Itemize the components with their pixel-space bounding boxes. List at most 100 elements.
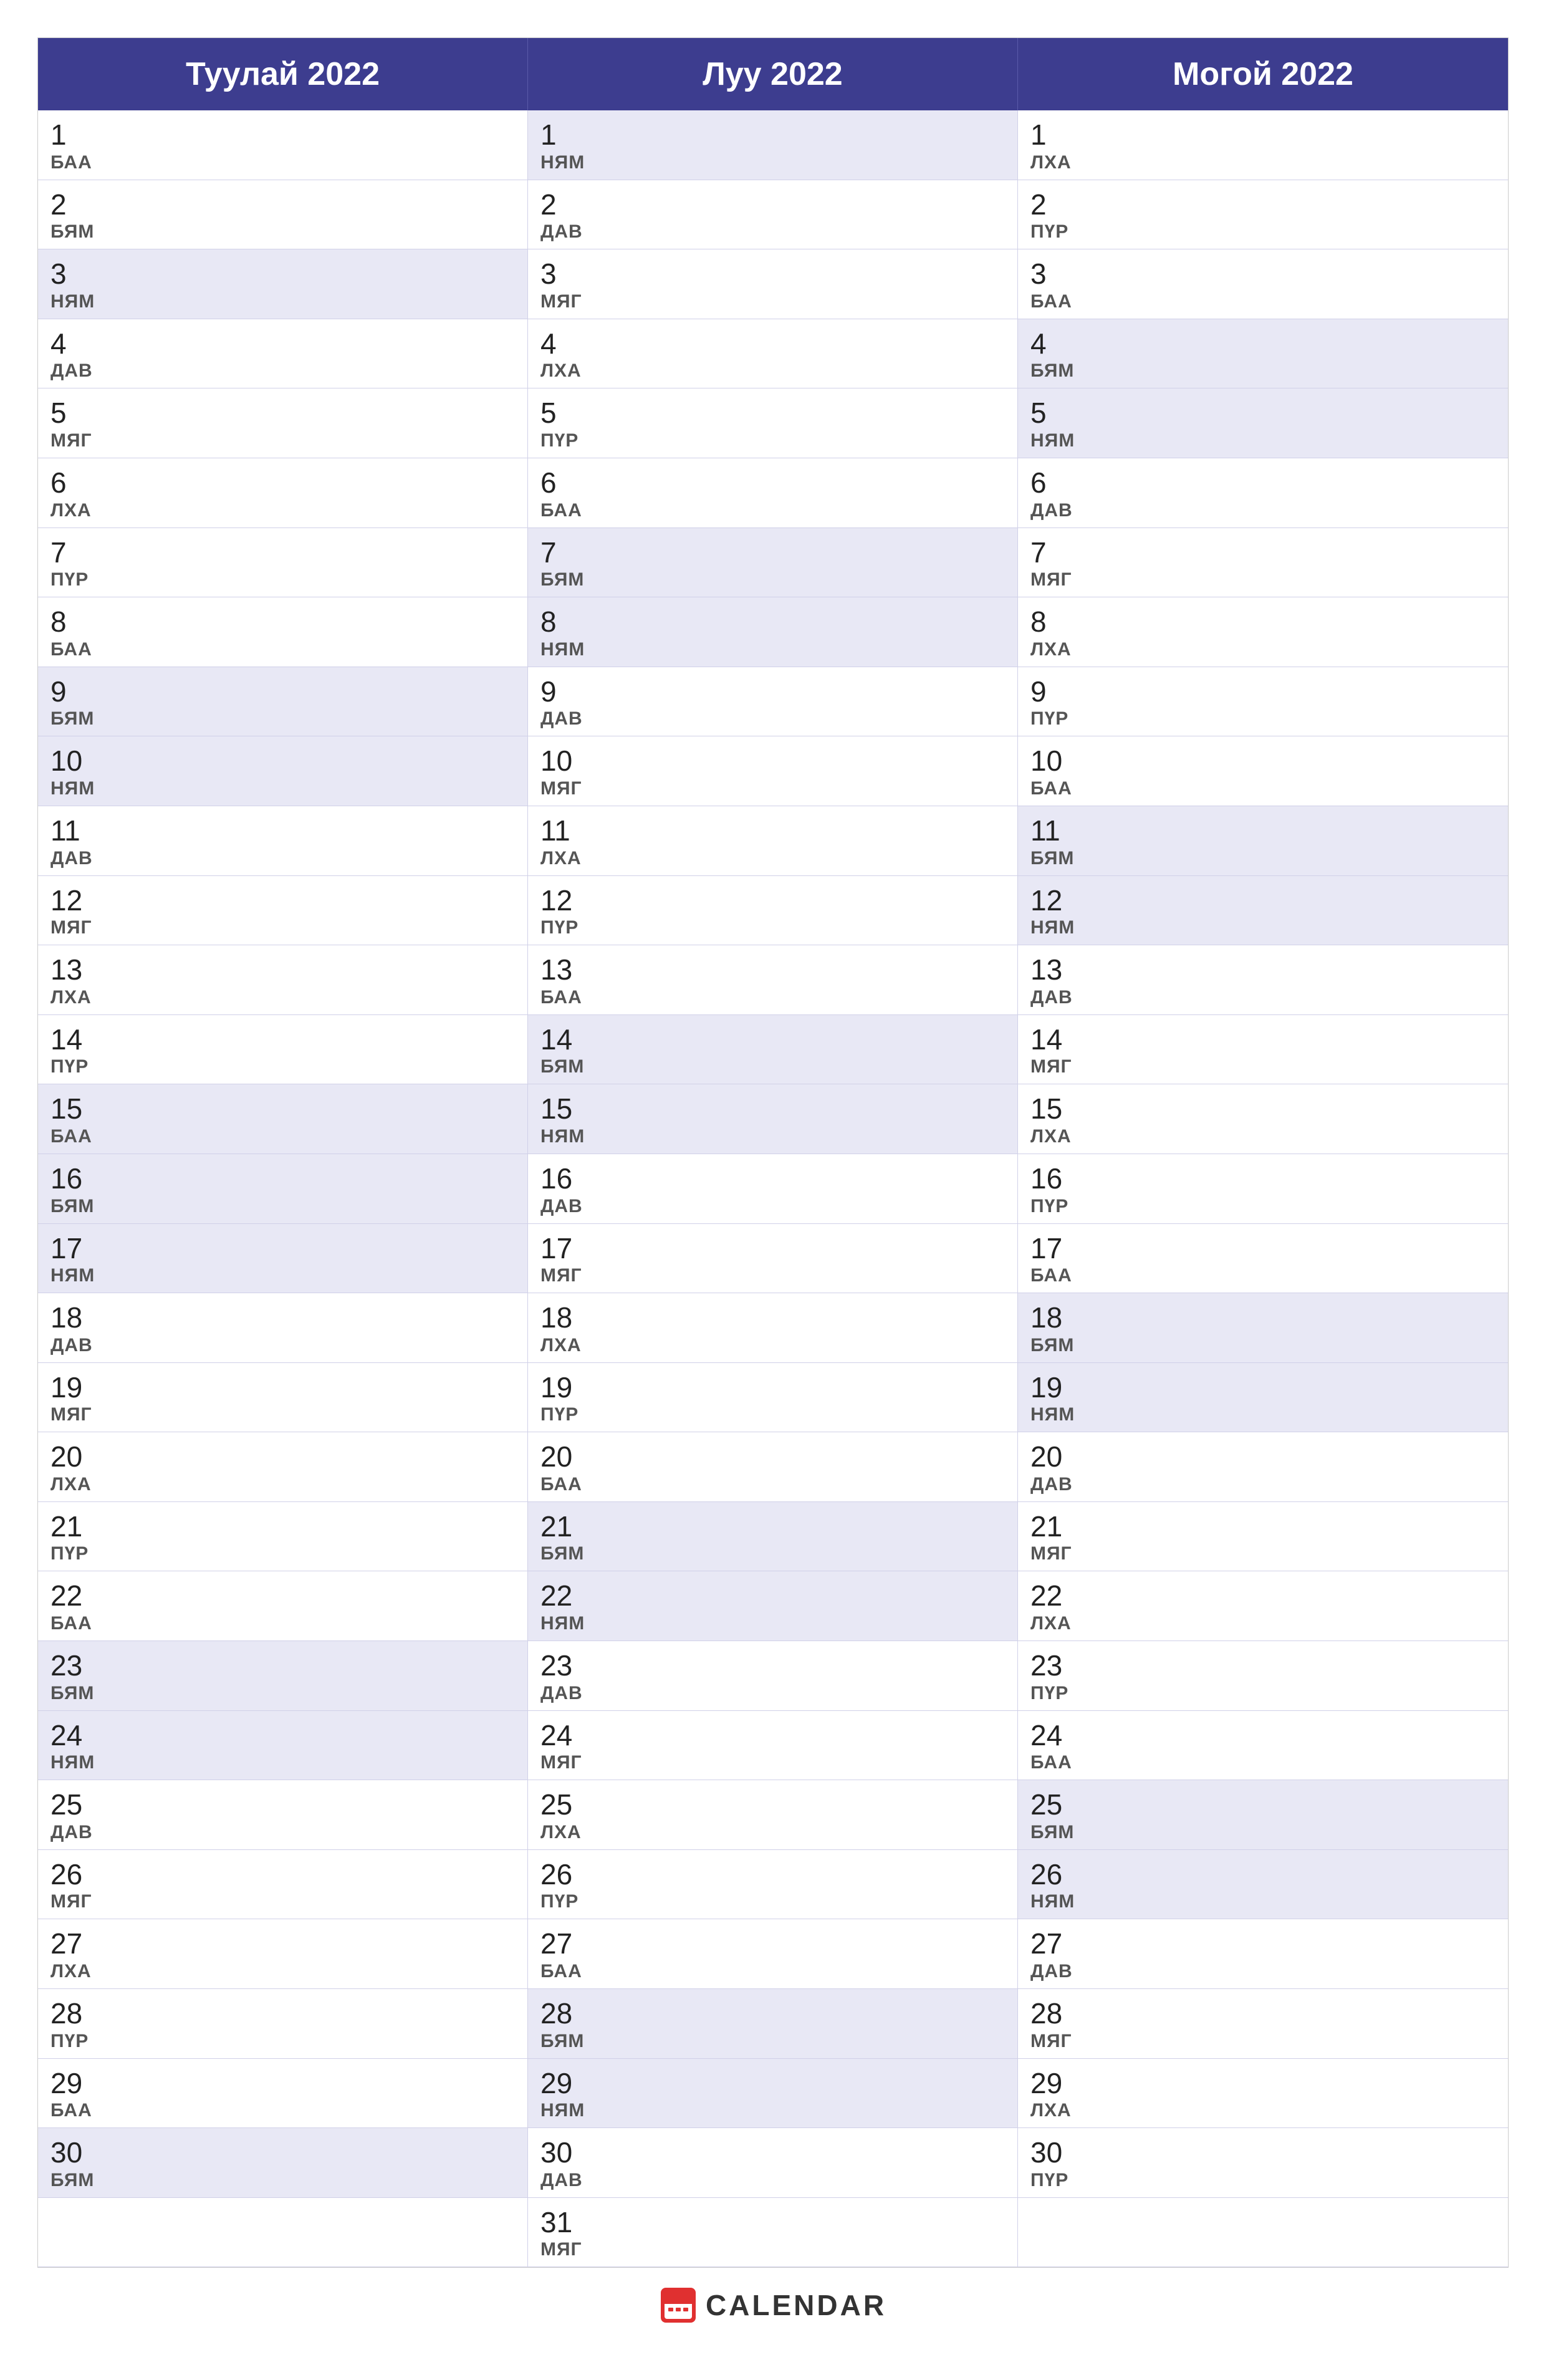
day-cell-m2-d12: 12ПҮР [528, 876, 1018, 946]
day-cell-m2-d5: 5ПҮР [528, 388, 1018, 458]
day-number: 27 [1030, 1928, 1496, 1960]
day-cell-m2-d10: 10МЯГ [528, 736, 1018, 806]
day-number: 23 [540, 1650, 1005, 1682]
day-label: НЯМ [50, 778, 515, 799]
day-number: 2 [1030, 189, 1496, 221]
day-label: ДАВ [50, 848, 515, 869]
day-label: МЯГ [50, 917, 515, 938]
day-number: 3 [540, 258, 1005, 290]
day-cell-m2-d27: 27БАА [528, 1919, 1018, 1989]
day-label: НЯМ [50, 1752, 515, 1773]
day-cell-m1-d3: 3НЯМ [38, 249, 528, 319]
day-number: 13 [540, 954, 1005, 986]
day-cell-m3-d9: 9ПҮР [1018, 667, 1508, 737]
day-cell-m2-d13: 13БАА [528, 945, 1018, 1015]
header-month-2: Луу 2022 [528, 38, 1018, 110]
day-cell-m3-d20: 20ДАВ [1018, 1432, 1508, 1502]
day-cell-m3-d17: 17БАА [1018, 1224, 1508, 1294]
day-cell-m2-d18: 18ЛХА [528, 1293, 1018, 1363]
day-label: МЯГ [1030, 569, 1496, 590]
day-label: НЯМ [540, 1126, 1005, 1147]
day-label: ПҮР [540, 1891, 1005, 1912]
day-number: 25 [50, 1789, 515, 1821]
day-cell-m3-d13: 13ДАВ [1018, 945, 1508, 1015]
day-label: НЯМ [50, 291, 515, 312]
day-label: ПҮР [1030, 1196, 1496, 1217]
day-number: 29 [1030, 2068, 1496, 2099]
day-label: НЯМ [540, 2100, 1005, 2121]
day-cell-m2-d8: 8НЯМ [528, 597, 1018, 667]
day-number: 18 [540, 1302, 1005, 1334]
day-label: БАА [1030, 1265, 1496, 1286]
day-cell-m3-d8: 8ЛХА [1018, 597, 1508, 667]
day-number: 11 [1030, 815, 1496, 847]
day-number: 3 [1030, 258, 1496, 290]
day-cell-m1-d10: 10НЯМ [38, 736, 528, 806]
day-label: ДАВ [50, 360, 515, 382]
day-label: БАА [540, 987, 1005, 1008]
day-label: МЯГ [50, 1891, 515, 1912]
day-number: 9 [1030, 676, 1496, 708]
day-number: 25 [1030, 1789, 1496, 1821]
day-cell-m1-d4: 4ДАВ [38, 319, 528, 389]
day-cell-m3-d14: 14МЯГ [1018, 1015, 1508, 1085]
day-number: 28 [50, 1998, 515, 2030]
day-number: 2 [50, 189, 515, 221]
day-cell-m3-d27: 27ДАВ [1018, 1919, 1508, 1989]
day-label: БЯМ [540, 1543, 1005, 1564]
day-cell-m1-d17: 17НЯМ [38, 1224, 528, 1294]
day-label: ДАВ [1030, 500, 1496, 521]
day-label: МЯГ [50, 430, 515, 451]
day-number: 27 [50, 1928, 515, 1960]
day-number: 29 [540, 2068, 1005, 2099]
day-number: 10 [50, 745, 515, 777]
day-cell-m1-d16: 16БЯМ [38, 1154, 528, 1224]
day-label: ДАВ [540, 221, 1005, 243]
day-cell-m3-d16: 16ПҮР [1018, 1154, 1508, 1224]
day-cell-m3-d18: 18БЯМ [1018, 1293, 1508, 1363]
day-cell-m3-d30: 30ПҮР [1018, 2128, 1508, 2198]
day-number: 1 [50, 119, 515, 151]
day-label: ПҮР [540, 917, 1005, 938]
day-cell-m2-d25: 25ЛХА [528, 1780, 1018, 1850]
day-number: 16 [1030, 1163, 1496, 1195]
day-cell-m1-d14: 14ПҮР [38, 1015, 528, 1085]
day-label: НЯМ [1030, 1891, 1496, 1912]
day-cell-m2-d2: 2ДАВ [528, 180, 1018, 250]
day-cell-m1-d30: 30БЯМ [38, 2128, 528, 2198]
day-label: ДАВ [1030, 1474, 1496, 1495]
day-label: ЛХА [540, 360, 1005, 382]
calendar-logo-icon [660, 2286, 697, 2324]
day-cell-m3-d23: 23ПҮР [1018, 1641, 1508, 1711]
day-label: БЯМ [1030, 848, 1496, 869]
day-label: БАА [50, 2100, 515, 2121]
day-label: МЯГ [1030, 2031, 1496, 2052]
day-number: 6 [1030, 467, 1496, 499]
day-label: ДАВ [540, 708, 1005, 730]
day-number: 7 [540, 537, 1005, 569]
day-label: ДАВ [540, 2170, 1005, 2191]
day-label: МЯГ [540, 778, 1005, 799]
day-number: 24 [1030, 1720, 1496, 1751]
day-number: 23 [50, 1650, 515, 1682]
day-label: ЛХА [540, 1335, 1005, 1356]
footer-calendar-label: CALENDAR [706, 2288, 886, 2322]
day-number: 10 [540, 745, 1005, 777]
day-cell-m2-d29: 29НЯМ [528, 2059, 1018, 2129]
day-label: БЯМ [540, 2031, 1005, 2052]
day-label: ДАВ [1030, 987, 1496, 1008]
day-cell-m1-d9: 9БЯМ [38, 667, 528, 737]
day-number: 26 [540, 1859, 1005, 1891]
day-label: БАА [540, 1474, 1005, 1495]
day-label: БАА [50, 152, 515, 173]
day-label: ЛХА [1030, 2100, 1496, 2121]
day-number: 8 [1030, 606, 1496, 638]
day-cell-m1-d29: 29БАА [38, 2059, 528, 2129]
day-number: 6 [540, 467, 1005, 499]
day-number: 1 [1030, 119, 1496, 151]
day-number: 12 [50, 885, 515, 917]
day-label: БЯМ [50, 708, 515, 730]
day-cell-m2-d24: 24МЯГ [528, 1711, 1018, 1781]
day-cell-m2-d23: 23ДАВ [528, 1641, 1018, 1711]
day-label: БАА [50, 1126, 515, 1147]
